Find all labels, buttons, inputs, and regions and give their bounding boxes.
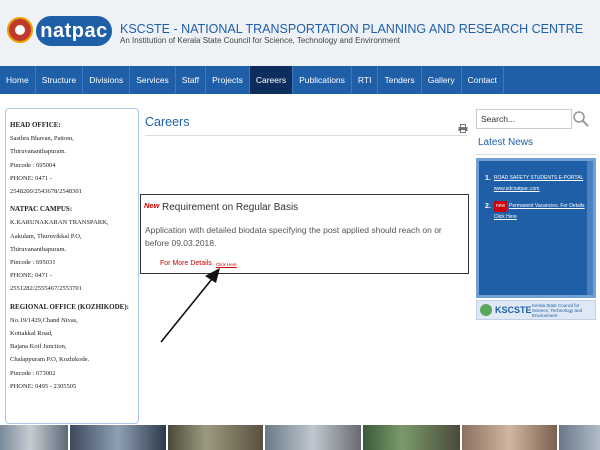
news-number: 1. xyxy=(485,175,491,182)
kscste-emblem-icon xyxy=(480,304,492,316)
print-icon[interactable] xyxy=(458,124,468,133)
nav-services[interactable]: Services xyxy=(130,66,176,94)
news-item[interactable]: 1. ROAD SAFETY STUDENTS E-PORTAL www.sdc… xyxy=(485,173,585,195)
contact-line: No.19/1429,Chand Nivas, xyxy=(10,316,78,324)
nav-gallery[interactable]: Gallery xyxy=(422,66,462,94)
title-divider xyxy=(145,135,467,136)
nav-divisions[interactable]: Divisions xyxy=(83,66,131,94)
notice-heading: Requirement on Regular Basis xyxy=(162,202,299,213)
contact-sidebar: HEAD OFFICE: Sasthra Bhavan, Pattom, Thi… xyxy=(5,108,139,424)
notice-body: Application with detailed biodata specif… xyxy=(145,225,442,248)
contact-line: Aakulam, Thuruvikkal P.O, xyxy=(10,232,82,240)
contact-line: 2551282/2555467/2553701 xyxy=(10,285,82,293)
contact-line: Bajana Koil Junction, xyxy=(10,343,67,351)
contact-line: Thiruvananthapuram. xyxy=(10,148,67,156)
contact-line: PHONE: 0471 - xyxy=(10,174,52,182)
contact-line: Pincode : 695004 xyxy=(10,161,56,169)
news-ticker: 1. ROAD SAFETY STUDENTS E-PORTAL www.sdc… xyxy=(476,158,596,298)
gallery-photo xyxy=(265,425,361,450)
news-link-wrapper[interactable]: new Permanent Vacancies. For Details Clic… xyxy=(493,201,585,223)
contact-line: Pincode : 673002 xyxy=(10,369,56,377)
nav-home[interactable]: Home xyxy=(0,66,36,94)
nav-publications[interactable]: Publications xyxy=(293,66,352,94)
gallery-photo xyxy=(462,425,557,450)
gallery-photo xyxy=(70,425,166,450)
photo-strip xyxy=(0,425,600,450)
contact-line: Chalappuram P.O, Kozhikode. xyxy=(10,356,90,364)
search-input[interactable]: Search... xyxy=(476,109,572,129)
news-list: 1. ROAD SAFETY STUDENTS E-PORTAL www.sdc… xyxy=(485,173,585,229)
latest-news-divider xyxy=(476,154,596,155)
latest-news-title: Latest News xyxy=(478,137,534,148)
news-number: 2. xyxy=(485,203,491,210)
gallery-photo xyxy=(168,425,263,450)
contact-line: PHONE: 0471 - xyxy=(10,272,52,280)
nav-careers[interactable]: Careers xyxy=(249,66,294,94)
org-subtitle: An Institution of Kerala State Council f… xyxy=(120,36,401,45)
regional-office-heading: REGIONAL OFFICE (KOZHIKODE): xyxy=(10,302,130,311)
contact-line: Sasthra Bhavan, Pattom, xyxy=(10,135,74,143)
kscste-banner[interactable]: KSCSTE Kerala State Council for Science,… xyxy=(476,300,596,320)
annotation-arrow-icon xyxy=(160,268,220,343)
news-scrollbar[interactable] xyxy=(587,161,593,295)
natpac-logo[interactable]: natpac xyxy=(36,16,112,46)
nav-tenders[interactable]: Tenders xyxy=(378,66,422,94)
search-icon[interactable] xyxy=(572,110,590,128)
contact-line: PHONE: 0495 - 2305505 xyxy=(10,382,77,390)
news-item[interactable]: 2. new Permanent Vacancies. For Details C… xyxy=(485,201,585,223)
kscste-name: KSCSTE xyxy=(495,305,532,315)
gallery-photo xyxy=(0,425,68,450)
nav-projects[interactable]: Projects xyxy=(206,66,250,94)
page-title: Careers xyxy=(145,115,190,129)
contact-line: Thiruvananthapuram. xyxy=(10,245,67,253)
nav-rti[interactable]: RTI xyxy=(352,66,379,94)
contact-line: Pincode : 695031 xyxy=(10,259,56,267)
campus-heading: NATPAC CAMPUS: xyxy=(10,205,73,214)
gallery-photo xyxy=(559,425,600,450)
org-title: KSCSTE - NATIONAL TRANSPORTATION PLANNIN… xyxy=(120,22,584,36)
contact-line: 2548200/2543678/2548301 xyxy=(10,188,82,196)
nav-staff[interactable]: Staff xyxy=(176,66,207,94)
nav-structure[interactable]: Structure xyxy=(36,66,84,94)
contact-line: Kottakkal Road, xyxy=(10,330,53,338)
contact-line: K.KARUNAKARAN TRANSPARK, xyxy=(10,219,109,227)
news-link[interactable]: Permanent Vacancies. For Details Click H… xyxy=(494,203,585,220)
news-link[interactable]: ROAD SAFETY STUDENTS E-PORTAL www.sdcnat… xyxy=(494,173,585,195)
main-nav: Home Structure Divisions Services Staff … xyxy=(0,66,600,94)
site-header: natpac KSCSTE - NATIONAL TRANSPORTATION … xyxy=(0,0,600,66)
head-office-heading: HEAD OFFICE: xyxy=(10,121,61,129)
nav-contact[interactable]: Contact xyxy=(462,66,504,94)
kscste-description: Kerala State Council for Science, Techno… xyxy=(532,303,582,318)
logo-emblem-icon[interactable] xyxy=(7,17,33,43)
gallery-photo xyxy=(363,425,460,450)
new-badge: New xyxy=(144,201,160,210)
new-badge: new xyxy=(493,201,508,212)
